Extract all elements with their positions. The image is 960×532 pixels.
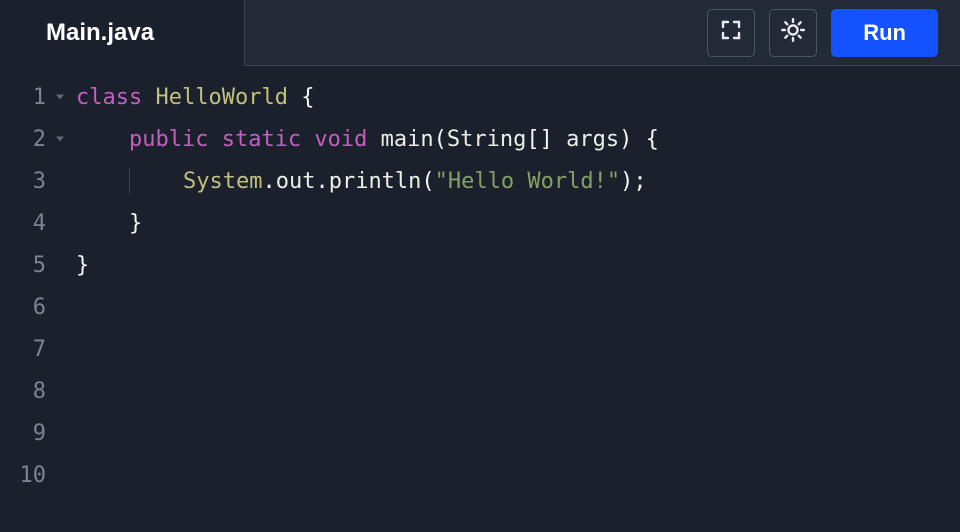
code-token: static — [222, 127, 315, 152]
code-line[interactable] — [76, 370, 960, 412]
code-token: } — [129, 211, 142, 236]
file-tab[interactable]: Main.java — [0, 0, 244, 66]
code-token: args — [566, 127, 619, 152]
code-token: out — [276, 169, 316, 194]
code-line[interactable]: System.out.println("Hello World!"); — [76, 160, 960, 202]
gutter-line: 8 — [0, 370, 66, 412]
code-token: ); — [620, 169, 647, 194]
code-token: public — [129, 127, 222, 152]
code-line[interactable]: } — [76, 202, 960, 244]
theme-toggle-button[interactable] — [769, 9, 817, 57]
run-button[interactable]: Run — [831, 9, 938, 57]
code-line[interactable] — [76, 454, 960, 496]
run-button-label: Run — [863, 20, 906, 46]
gutter-line: 4 — [0, 202, 66, 244]
code-token: [] — [526, 127, 566, 152]
code-line[interactable] — [76, 328, 960, 370]
topbar: Main.java — [0, 0, 960, 66]
code-token: } — [76, 253, 89, 278]
code-token: main — [381, 127, 434, 152]
toolbar: Run — [244, 0, 960, 66]
code-token: class — [76, 85, 155, 110]
code-token: HelloWorld — [155, 85, 301, 110]
fullscreen-icon — [719, 18, 743, 47]
gutter-line: 2 — [0, 118, 66, 160]
code-area[interactable]: class HelloWorld { public static void ma… — [66, 74, 960, 532]
code-token: "Hello World!" — [435, 169, 620, 194]
code-token: . — [315, 169, 328, 194]
sun-icon — [780, 17, 806, 48]
gutter-line: 7 — [0, 328, 66, 370]
code-line[interactable]: public static void main(String[] args) { — [76, 118, 960, 160]
code-token: ( — [421, 169, 434, 194]
code-token: ( — [434, 127, 447, 152]
fullscreen-button[interactable] — [707, 9, 755, 57]
editor[interactable]: 12345678910 class HelloWorld { public st… — [0, 66, 960, 532]
code-token: System — [183, 169, 262, 194]
gutter-line: 10 — [0, 454, 66, 496]
code-token: println — [329, 169, 422, 194]
code-line[interactable]: } — [76, 244, 960, 286]
code-editor-app: Main.java — [0, 0, 960, 532]
file-tab-title: Main.java — [46, 19, 154, 47]
code-token: void — [314, 127, 380, 152]
fold-icon[interactable] — [56, 137, 64, 142]
code-token: String — [447, 127, 526, 152]
gutter-line: 9 — [0, 412, 66, 454]
gutter-line: 5 — [0, 244, 66, 286]
gutter-line: 1 — [0, 76, 66, 118]
gutter: 12345678910 — [0, 74, 66, 532]
fold-icon[interactable] — [56, 95, 64, 100]
code-token: { — [301, 85, 314, 110]
code-line[interactable] — [76, 412, 960, 454]
code-line[interactable] — [76, 286, 960, 328]
gutter-line: 3 — [0, 160, 66, 202]
code-token: ) { — [619, 127, 659, 152]
code-token: . — [262, 169, 275, 194]
gutter-line: 6 — [0, 286, 66, 328]
code-line[interactable]: class HelloWorld { — [76, 76, 960, 118]
